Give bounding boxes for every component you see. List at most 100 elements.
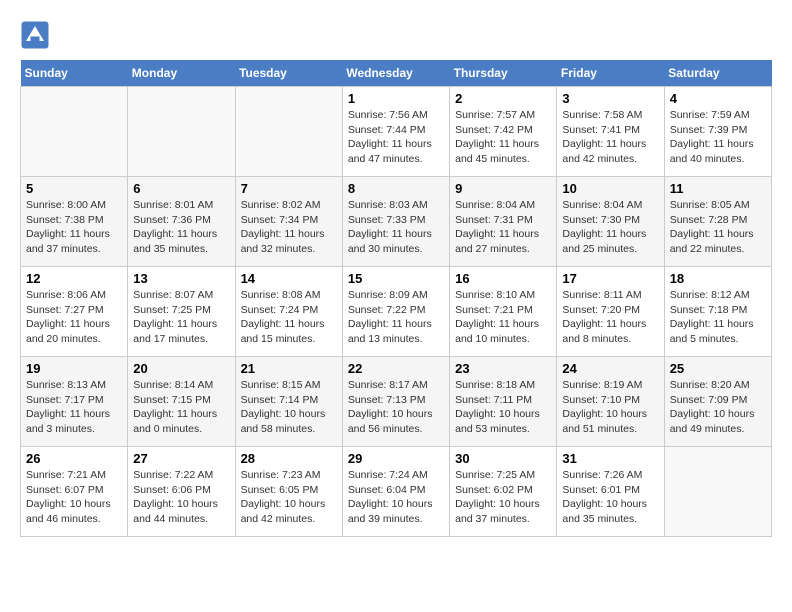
day-number: 1 [348,91,444,106]
day-info: Sunrise: 8:09 AM Sunset: 7:22 PM Dayligh… [348,288,444,347]
day-number: 30 [455,451,551,466]
calendar-cell: 17Sunrise: 8:11 AM Sunset: 7:20 PM Dayli… [557,267,664,357]
calendar-cell: 27Sunrise: 7:22 AM Sunset: 6:06 PM Dayli… [128,447,235,537]
day-info: Sunrise: 8:02 AM Sunset: 7:34 PM Dayligh… [241,198,337,257]
day-info: Sunrise: 8:00 AM Sunset: 7:38 PM Dayligh… [26,198,122,257]
day-number: 16 [455,271,551,286]
day-number: 12 [26,271,122,286]
weekday-header: Saturday [664,60,771,87]
day-number: 7 [241,181,337,196]
calendar-cell: 21 Sunrise: 8:15 AM Sunset: 7:14 PM Dayli… [235,357,342,447]
day-info: Sunrise: 8:01 AM Sunset: 7:36 PM Dayligh… [133,198,229,257]
calendar-cell: 31 Sunrise: 7:26 AM Sunset: 6:01 PM Dayli… [557,447,664,537]
day-info: Sunrise: 7:21 AM Sunset: 6:07 PM Dayligh… [26,468,122,527]
calendar-cell: 14 Sunrise: 8:08 AM Sunset: 7:24 PM Dayli… [235,267,342,357]
calendar-cell: 6 Sunrise: 8:01 AM Sunset: 7:36 PM Daylig… [128,177,235,267]
day-info: Sunrise: 7:25 AM Sunset: 6:02 PM Dayligh… [455,468,551,527]
day-number: 9 [455,181,551,196]
day-number: 4 [670,91,766,106]
day-number: 27 [133,451,229,466]
page-header [20,20,772,50]
calendar-week-row: 5Sunrise: 8:00 AM Sunset: 7:38 PM Daylig… [21,177,772,267]
calendar-cell: 15 Sunrise: 8:09 AM Sunset: 7:22 PM Dayli… [342,267,449,357]
day-number: 31 [562,451,658,466]
weekday-header-row: SundayMondayTuesdayWednesdayThursdayFrid… [21,60,772,87]
day-number: 13 [133,271,229,286]
day-info: Sunrise: 8:12 AM Sunset: 7:18 PM Dayligh… [670,288,766,347]
day-number: 8 [348,181,444,196]
weekday-header: Thursday [450,60,557,87]
calendar-cell: 19 Sunrise: 8:13 AM Sunset: 7:17 PM Dayli… [21,357,128,447]
day-info: Sunrise: 7:24 AM Sunset: 6:04 PM Dayligh… [348,468,444,527]
day-number: 29 [348,451,444,466]
day-number: 3 [562,91,658,106]
day-info: Sunrise: 8:03 AM Sunset: 7:33 PM Dayligh… [348,198,444,257]
logo-icon [20,20,50,50]
calendar-week-row: 1 Sunrise: 7:56 AM Sunset: 7:44 PM Daylig… [21,87,772,177]
day-info: Sunrise: 8:07 AM Sunset: 7:25 PM Dayligh… [133,288,229,347]
calendar-cell: 20 Sunrise: 8:14 AM Sunset: 7:15 PM Dayli… [128,357,235,447]
calendar-cell [664,447,771,537]
day-info: Sunrise: 8:13 AM Sunset: 7:17 PM Dayligh… [26,378,122,437]
day-info: Sunrise: 7:59 AM Sunset: 7:39 PM Dayligh… [670,108,766,167]
logo [20,20,54,50]
day-number: 15 [348,271,444,286]
day-info: Sunrise: 8:19 AM Sunset: 7:10 PM Dayligh… [562,378,658,437]
day-number: 20 [133,361,229,376]
day-info: Sunrise: 7:23 AM Sunset: 6:05 PM Dayligh… [241,468,337,527]
calendar-cell: 11 Sunrise: 8:05 AM Sunset: 7:28 PM Dayli… [664,177,771,267]
day-number: 26 [26,451,122,466]
calendar-cell [128,87,235,177]
day-info: Sunrise: 8:05 AM Sunset: 7:28 PM Dayligh… [670,198,766,257]
day-number: 6 [133,181,229,196]
calendar-cell: 12 Sunrise: 8:06 AM Sunset: 7:27 PM Dayli… [21,267,128,357]
calendar-cell: 16 Sunrise: 8:10 AM Sunset: 7:21 PM Dayli… [450,267,557,357]
day-info: Sunrise: 8:11 AM Sunset: 7:20 PM Dayligh… [562,288,658,347]
day-info: Sunrise: 8:04 AM Sunset: 7:30 PM Dayligh… [562,198,658,257]
day-info: Sunrise: 8:15 AM Sunset: 7:14 PM Dayligh… [241,378,337,437]
calendar-cell: 4 Sunrise: 7:59 AM Sunset: 7:39 PM Daylig… [664,87,771,177]
day-info: Sunrise: 8:14 AM Sunset: 7:15 PM Dayligh… [133,378,229,437]
calendar-cell: 29 Sunrise: 7:24 AM Sunset: 6:04 PM Dayli… [342,447,449,537]
calendar-cell: 8 Sunrise: 8:03 AM Sunset: 7:33 PM Daylig… [342,177,449,267]
calendar-cell: 26 Sunrise: 7:21 AM Sunset: 6:07 PM Dayli… [21,447,128,537]
calendar-cell: 10 Sunrise: 8:04 AM Sunset: 7:30 PM Dayli… [557,177,664,267]
day-info: Sunrise: 8:10 AM Sunset: 7:21 PM Dayligh… [455,288,551,347]
day-number: 11 [670,181,766,196]
calendar-cell: 1 Sunrise: 7:56 AM Sunset: 7:44 PM Daylig… [342,87,449,177]
day-number: 21 [241,361,337,376]
day-info: Sunrise: 7:26 AM Sunset: 6:01 PM Dayligh… [562,468,658,527]
calendar-cell: 24 Sunrise: 8:19 AM Sunset: 7:10 PM Dayli… [557,357,664,447]
day-number: 18 [670,271,766,286]
calendar-cell: 28 Sunrise: 7:23 AM Sunset: 6:05 PM Dayli… [235,447,342,537]
weekday-header: Friday [557,60,664,87]
day-info: Sunrise: 7:57 AM Sunset: 7:42 PM Dayligh… [455,108,551,167]
weekday-header: Sunday [21,60,128,87]
day-number: 14 [241,271,337,286]
day-number: 22 [348,361,444,376]
calendar-cell: 18 Sunrise: 8:12 AM Sunset: 7:18 PM Dayli… [664,267,771,357]
calendar-cell: 9Sunrise: 8:04 AM Sunset: 7:31 PM Daylig… [450,177,557,267]
weekday-header: Tuesday [235,60,342,87]
calendar-cell: 2 Sunrise: 7:57 AM Sunset: 7:42 PM Daylig… [450,87,557,177]
calendar-cell: 3 Sunrise: 7:58 AM Sunset: 7:41 PM Daylig… [557,87,664,177]
calendar-cell: 23Sunrise: 8:18 AM Sunset: 7:11 PM Dayli… [450,357,557,447]
calendar-table: SundayMondayTuesdayWednesdayThursdayFrid… [20,60,772,537]
day-info: Sunrise: 8:18 AM Sunset: 7:11 PM Dayligh… [455,378,551,437]
day-number: 10 [562,181,658,196]
calendar-cell: 13 Sunrise: 8:07 AM Sunset: 7:25 PM Dayli… [128,267,235,357]
day-number: 24 [562,361,658,376]
calendar-week-row: 19 Sunrise: 8:13 AM Sunset: 7:17 PM Dayli… [21,357,772,447]
day-number: 28 [241,451,337,466]
calendar-cell: 22 Sunrise: 8:17 AM Sunset: 7:13 PM Dayli… [342,357,449,447]
day-info: Sunrise: 8:17 AM Sunset: 7:13 PM Dayligh… [348,378,444,437]
calendar-week-row: 12 Sunrise: 8:06 AM Sunset: 7:27 PM Dayli… [21,267,772,357]
calendar-cell: 5Sunrise: 8:00 AM Sunset: 7:38 PM Daylig… [21,177,128,267]
day-info: Sunrise: 8:06 AM Sunset: 7:27 PM Dayligh… [26,288,122,347]
calendar-cell [21,87,128,177]
day-info: Sunrise: 8:08 AM Sunset: 7:24 PM Dayligh… [241,288,337,347]
day-number: 19 [26,361,122,376]
day-number: 2 [455,91,551,106]
day-info: Sunrise: 7:56 AM Sunset: 7:44 PM Dayligh… [348,108,444,167]
day-info: Sunrise: 7:58 AM Sunset: 7:41 PM Dayligh… [562,108,658,167]
